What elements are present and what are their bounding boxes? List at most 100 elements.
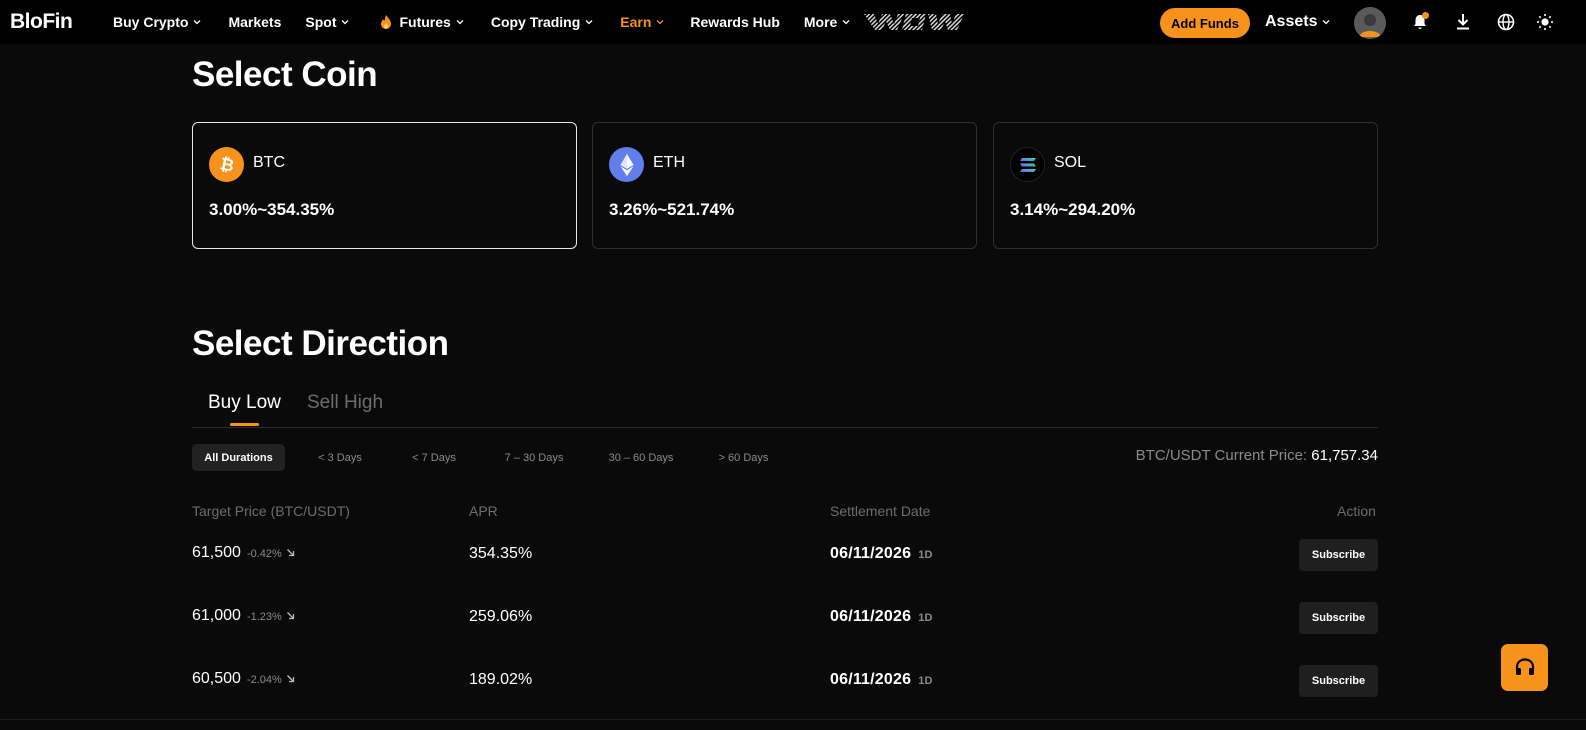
term-badge: 1D: [918, 675, 933, 687]
duration-filter-all[interactable]: All Durations: [192, 444, 285, 471]
chevron-down-icon: [656, 20, 664, 25]
nav-item-label: Earn: [620, 14, 652, 30]
active-tab-indicator: [230, 423, 259, 426]
duration-filter-lt7[interactable]: < 7 Days: [398, 444, 470, 471]
nav-item-earn[interactable]: Earn: [620, 14, 664, 30]
settlement-date-cell: 06/11/2026 1D: [830, 545, 933, 563]
apr-value: 259.06%: [469, 608, 533, 625]
tab-buy-low[interactable]: Buy Low: [208, 392, 281, 414]
ethereum-icon: [609, 147, 644, 182]
nav-item-label: Copy Trading: [490, 14, 581, 30]
column-header-apr: APR: [469, 503, 498, 519]
select-direction-heading: Select Direction: [192, 324, 449, 363]
customer-support-button[interactable]: [1501, 644, 1548, 691]
settlement-date-cell: 06/11/2026 1D: [830, 608, 933, 626]
coin-card-eth[interactable]: ETH 3.26%~521.74%: [592, 122, 977, 249]
sun-icon: [1537, 14, 1553, 30]
column-header-settlement-date: Settlement Date: [830, 503, 931, 519]
coin-apr-range: 3.26%~521.74%: [609, 200, 735, 219]
svg-text:₿: ₿: [218, 155, 236, 175]
column-header-target-price: Target Price (BTC/USDT): [192, 503, 350, 519]
duration-filter-7-30[interactable]: 7 – 30 Days: [494, 444, 574, 471]
target-price-cell: 61,000 -1.23%: [192, 607, 295, 625]
nav-item-spot[interactable]: Spot: [305, 14, 349, 30]
chevron-down-icon: [193, 20, 201, 25]
page-bottom-edge: [0, 719, 1586, 730]
column-header-action: Action: [1337, 503, 1376, 519]
headset-icon: [1515, 657, 1534, 675]
select-coin-heading: Select Coin: [192, 55, 378, 94]
arrow-down-right-icon: [286, 675, 294, 683]
coin-name: ETH: [653, 154, 685, 171]
download-button[interactable]: [1452, 11, 1474, 33]
nav-item-rewards-hub[interactable]: Rewards Hub: [690, 14, 779, 30]
target-price: 60,500: [192, 670, 241, 687]
table-row: 61,500 -0.42% 354.35% 06/11/2026 1D Subs…: [0, 535, 1586, 575]
duration-filter-30-60[interactable]: 30 – 60 Days: [598, 444, 684, 471]
apr-value: 354.35%: [469, 545, 533, 562]
arrow-down-right-icon: [286, 549, 294, 557]
nav-item-label: Buy Crypto: [113, 14, 189, 30]
current-price: BTC/USDT Current Price: 61,757.34: [1136, 447, 1378, 464]
solana-icon: [1010, 147, 1045, 182]
coin-card-btc[interactable]: ₿ BTC 3.00%~354.35%: [192, 122, 577, 249]
nav-item-label: Futures: [399, 14, 451, 30]
tab-divider: [192, 427, 1378, 428]
coin-name: SOL: [1054, 154, 1087, 171]
target-price-cell: 60,500 -2.04%: [192, 670, 295, 688]
coin-apr-range: 3.00%~354.35%: [209, 200, 335, 219]
price-change: -1.23%: [246, 611, 282, 623]
bitcoin-icon: ₿: [209, 147, 244, 182]
theme-toggle-button[interactable]: [1534, 11, 1556, 33]
nav-item-label: Rewards Hub: [690, 14, 780, 30]
assets-label: Assets: [1265, 13, 1318, 30]
current-price-value: 61,757.34: [1311, 447, 1378, 464]
duration-filter-gt60[interactable]: > 60 Days: [706, 444, 781, 471]
globe-icon: [1497, 13, 1515, 31]
blofin-logo[interactable]: BloFin: [10, 10, 73, 34]
nav-item-more[interactable]: More: [804, 14, 850, 30]
nav-menu: Buy Crypto Markets Spot Futures Copy Tra…: [113, 0, 850, 44]
target-price-cell: 61,500 -0.42%: [192, 544, 295, 562]
assets-menu[interactable]: Assets: [1265, 0, 1330, 44]
tab-sell-high[interactable]: Sell High: [307, 392, 383, 414]
coin-apr-range: 3.14%~294.20%: [1010, 200, 1136, 219]
settlement-date: 06/11/2026: [830, 608, 912, 625]
subscribe-button[interactable]: Subscribe: [1299, 602, 1378, 634]
add-funds-button[interactable]: Add Funds: [1160, 8, 1250, 38]
chevron-down-icon: [342, 20, 349, 25]
notification-dot: [1422, 12, 1429, 19]
wow-promo-logo[interactable]: [862, 12, 966, 32]
settlement-date-cell: 06/11/2026 1D: [830, 671, 933, 689]
chevron-down-icon: [1323, 20, 1330, 25]
subscribe-button[interactable]: Subscribe: [1299, 665, 1378, 697]
nav-item-label: More: [803, 14, 838, 30]
nav-item-buy-crypto[interactable]: Buy Crypto: [113, 14, 201, 30]
coin-card-sol[interactable]: SOL 3.14%~294.20%: [993, 122, 1378, 249]
apr-value: 189.02%: [469, 671, 533, 688]
target-price: 61,500: [192, 544, 241, 561]
chevron-down-icon: [585, 20, 593, 25]
target-price: 61,000: [192, 607, 241, 624]
user-avatar[interactable]: [1354, 7, 1386, 39]
subscribe-button[interactable]: Subscribe: [1299, 539, 1378, 571]
price-change: -0.42%: [246, 548, 282, 560]
duration-filter-lt3[interactable]: < 3 Days: [304, 444, 376, 471]
current-price-label: BTC/USDT Current Price:: [1135, 447, 1308, 464]
language-button[interactable]: [1495, 11, 1517, 33]
arrow-down-right-icon: [286, 612, 294, 620]
price-change: -2.04%: [246, 674, 282, 686]
nav-item-copy-trading[interactable]: Copy Trading: [491, 14, 593, 30]
settlement-date: 06/11/2026: [830, 545, 912, 562]
chevron-down-icon: [842, 20, 850, 25]
top-navbar: BloFin Buy Crypto Markets Spot Futures C…: [0, 0, 1586, 44]
nav-item-label: Markets: [228, 14, 282, 30]
flame-icon: [381, 15, 392, 29]
nav-item-futures[interactable]: Futures: [379, 14, 464, 30]
download-icon: [1457, 14, 1469, 30]
term-badge: 1D: [918, 549, 933, 561]
nav-item-markets[interactable]: Markets: [228, 14, 281, 30]
notifications-button[interactable]: [1409, 11, 1431, 33]
table-row: 61,000 -1.23% 259.06% 06/11/2026 1D Subs…: [0, 598, 1586, 638]
avatar-icon: [1354, 7, 1386, 39]
